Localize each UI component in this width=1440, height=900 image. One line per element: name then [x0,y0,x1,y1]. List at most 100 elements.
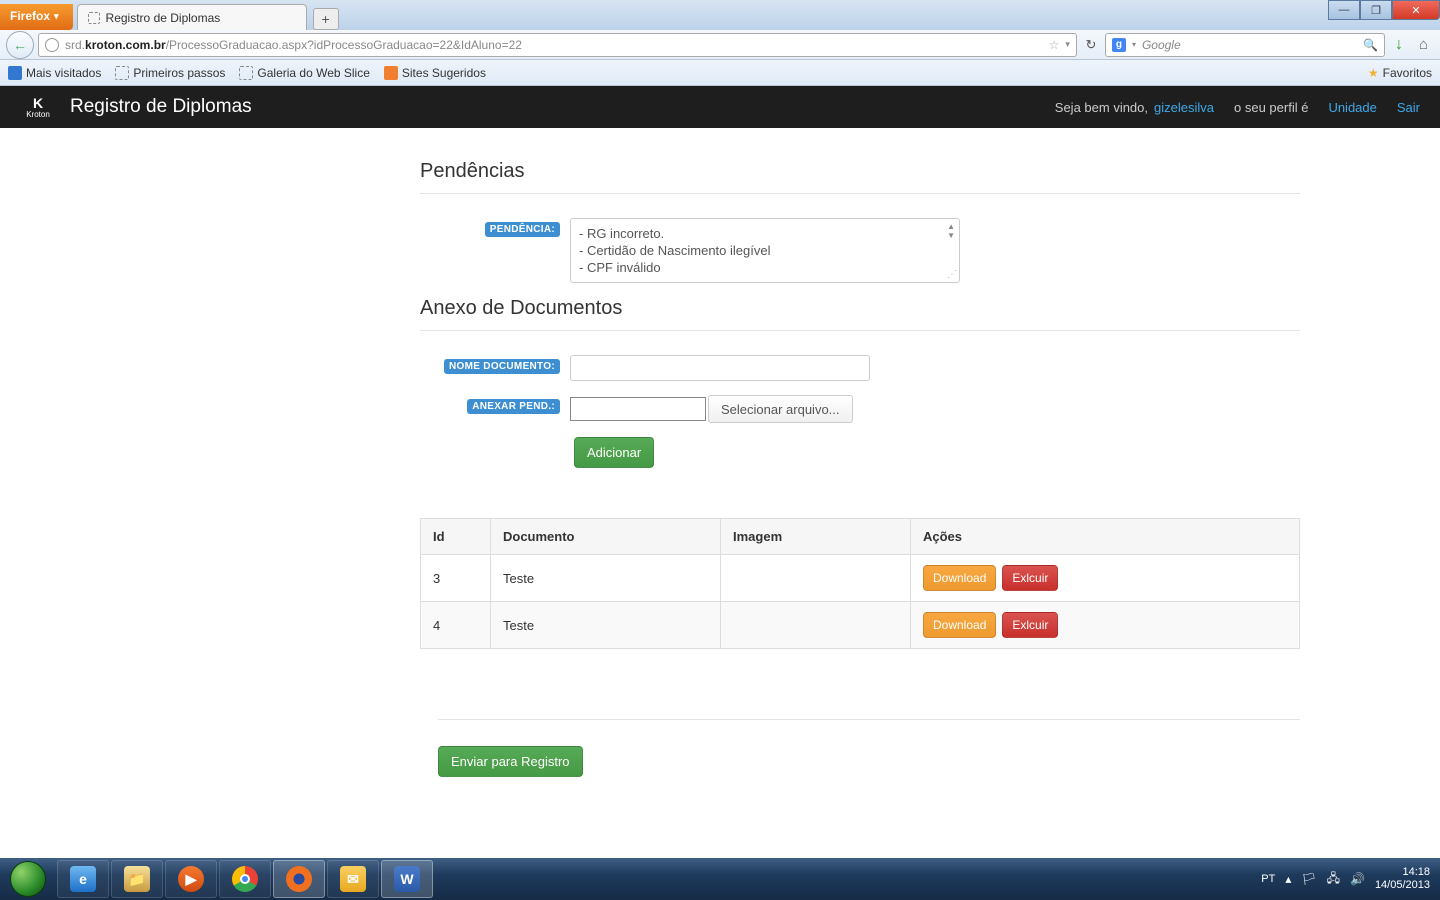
kroton-logo[interactable]: KKroton [20,93,56,121]
outlook-icon: ✉ [340,866,366,892]
table-header-row: Id Documento Imagem Ações [421,519,1300,555]
bookmark-sites-sugeridos[interactable]: Sites Sugeridos [384,66,486,80]
taskbar-media[interactable]: ▶ [165,860,217,898]
content-viewport[interactable]: Pendências PENDÊNCIA: - RG incorreto. - … [0,128,1440,870]
search-icon[interactable]: 🔍 [1363,38,1378,52]
pendencia-textarea[interactable]: - RG incorreto. - Certidão de Nascimento… [570,218,960,283]
new-tab-button[interactable]: + [313,8,339,30]
search-placeholder: Google [1142,38,1357,52]
anexar-label: ANEXAR PEND.: [467,399,560,414]
cell-documento: Teste [491,602,721,649]
firefox-label: Firefox [10,9,50,23]
window-controls: — ❐ ✕ [1328,0,1440,20]
favoritos-menu[interactable]: ★ Favoritos [1368,66,1432,80]
plus-icon: + [321,11,329,27]
url-bar[interactable]: srd.kroton.com.br/ProcessoGraduacao.aspx… [38,33,1077,57]
nome-documento-label: NOME DOCUMENTO: [444,359,560,374]
close-button[interactable]: ✕ [1392,0,1440,20]
file-name-field[interactable] [570,397,706,421]
bookmarks-bar: Mais visitados Primeiros passos Galeria … [0,60,1440,86]
tray-clock[interactable]: 14:18 14/05/2013 [1375,866,1430,892]
tray-volume-icon[interactable]: 🔊 [1350,872,1365,886]
resize-handle-icon[interactable]: ⋰ [947,269,957,280]
adicionar-button[interactable]: Adicionar [574,437,654,468]
downloads-icon[interactable]: ↓ [1389,36,1409,54]
app-title: Registro de Diplomas [70,96,252,118]
star-icon: ★ [1368,66,1379,80]
taskbar-outlook[interactable]: ✉ [327,860,379,898]
bookmark-mais-visitados[interactable]: Mais visitados [8,66,101,80]
taskbar-word[interactable]: W [381,860,433,898]
welcome-text: Seja bem vindo, [1055,100,1148,115]
minimize-button[interactable]: — [1328,0,1360,20]
app-header-right: Seja bem vindo, gizelesilva o seu perfil… [1055,100,1420,115]
url-dropdown-icon[interactable]: ▾ [1065,39,1070,50]
send-row: Enviar para Registro [438,719,1300,777]
table-row: 4 Teste Download Exlcuir [421,602,1300,649]
anexar-label-wrap: ANEXAR PEND.: [420,395,570,412]
nome-documento-input[interactable] [570,355,870,381]
select-file-button[interactable]: Selecionar arquivo... [708,395,853,423]
tray-flag-icon[interactable]: 🏳 [1301,872,1316,886]
search-bar[interactable]: g ▾ Google 🔍 [1105,33,1385,57]
tab-favicon [88,12,100,24]
documents-table: Id Documento Imagem Ações 3 Teste Downlo… [420,518,1300,649]
folder-icon: 📁 [124,866,150,892]
arrow-down-icon[interactable]: ▼ [947,232,955,241]
google-icon: g [1112,38,1126,52]
search-dropdown-icon[interactable]: ▾ [1132,40,1136,49]
bookmark-galeria[interactable]: Galeria do Web Slice [239,66,370,80]
firefox-menu-button[interactable]: Firefox [0,4,73,30]
section-anexo-title: Anexo de Documentos [420,297,1300,320]
taskbar-ie[interactable]: e [57,860,109,898]
word-icon: W [394,866,420,892]
th-documento: Documento [491,519,721,555]
pendencia-line: - Certidão de Nascimento ilegível [579,242,951,259]
media-icon: ▶ [178,866,204,892]
excluir-button[interactable]: Exlcuir [1002,612,1058,638]
excluir-button[interactable]: Exlcuir [1002,565,1058,591]
bookmark-star-icon[interactable]: ☆ [1049,38,1060,52]
divider [420,330,1300,331]
browser-tab[interactable]: Registro de Diplomas [77,4,307,30]
browser-titlebar: Firefox Registro de Diplomas + — ❐ ✕ [0,0,1440,30]
bookmark-icon [8,66,22,80]
file-row: Selecionar arquivo... [570,395,853,423]
username-link[interactable]: gizelesilva [1154,100,1214,115]
windows-orb-icon [10,861,46,897]
download-button[interactable]: Download [923,565,996,591]
download-button[interactable]: Download [923,612,996,638]
bookmark-label: Sites Sugeridos [402,66,486,80]
maximize-button[interactable]: ❐ [1360,0,1392,20]
divider [420,193,1300,194]
back-button[interactable]: ← [6,31,34,59]
tray-language[interactable]: PT [1261,873,1275,885]
taskbar-firefox[interactable] [273,860,325,898]
home-icon[interactable]: ⌂ [1413,36,1434,53]
sair-link[interactable]: Sair [1397,100,1420,115]
chrome-icon [232,866,258,892]
bookmark-label: Mais visitados [26,66,101,80]
bookmark-primeiros-passos[interactable]: Primeiros passos [115,66,225,80]
bookmark-icon [239,66,253,80]
system-tray: PT ▴ 🏳 🖧 🔊 14:18 14/05/2013 [1261,866,1440,892]
windows-taskbar: e 📁 ▶ ✉ W PT ▴ 🏳 🖧 🔊 14:18 14/05/2013 [0,858,1440,900]
unidade-link[interactable]: Unidade [1328,100,1376,115]
tray-network-icon[interactable]: 🖧 [1327,869,1340,890]
firefox-icon [286,866,312,892]
start-button[interactable] [0,858,56,900]
favoritos-label: Favoritos [1383,66,1432,80]
taskbar-chrome[interactable] [219,860,271,898]
section-pendencias-title: Pendências [420,160,1300,183]
tray-arrow-icon[interactable]: ▴ [1285,872,1291,886]
pendencia-line: - CPF inválido [579,259,951,276]
tray-date: 14/05/2013 [1375,879,1430,892]
reload-button[interactable]: ↻ [1081,37,1101,53]
anexar-row: ANEXAR PEND.: Selecionar arquivo... [420,395,1300,423]
url-text: srd.kroton.com.br/ProcessoGraduacao.aspx… [65,38,1043,52]
enviar-button[interactable]: Enviar para Registro [438,746,583,777]
taskbar-explorer[interactable]: 📁 [111,860,163,898]
cell-id: 4 [421,602,491,649]
cell-acoes: Download Exlcuir [911,555,1300,602]
pendencia-scroll[interactable]: ▲▼ [947,223,955,241]
